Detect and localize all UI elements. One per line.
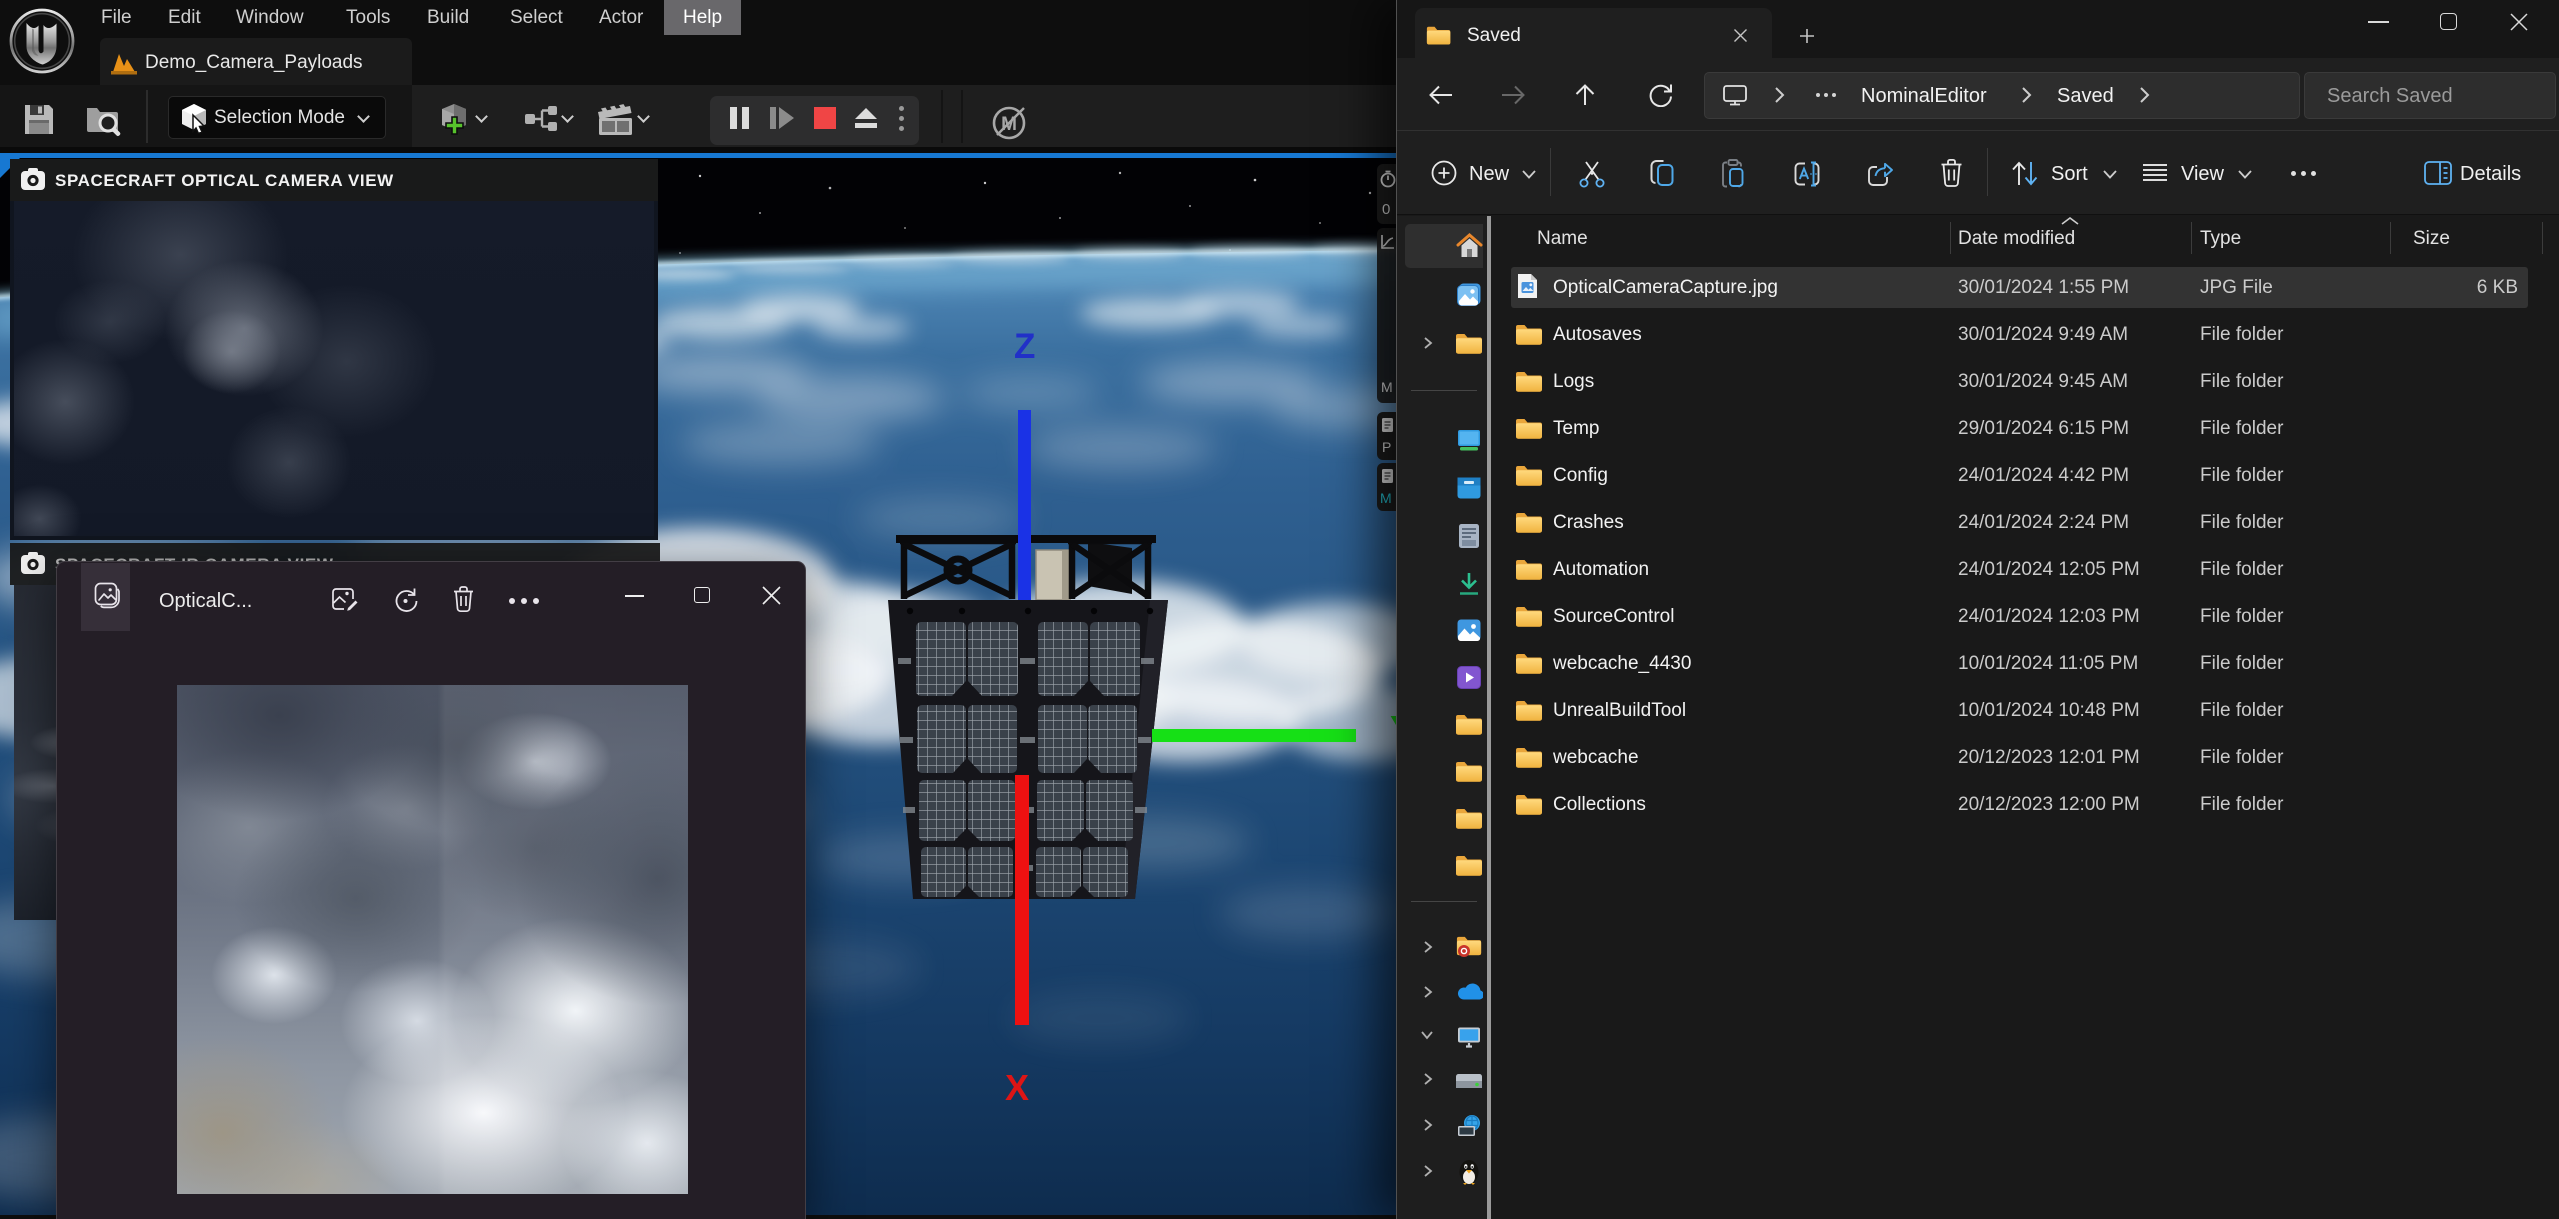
svg-text:X: X (1005, 1067, 1029, 1108)
svg-text:Z: Z (1014, 327, 1035, 366)
